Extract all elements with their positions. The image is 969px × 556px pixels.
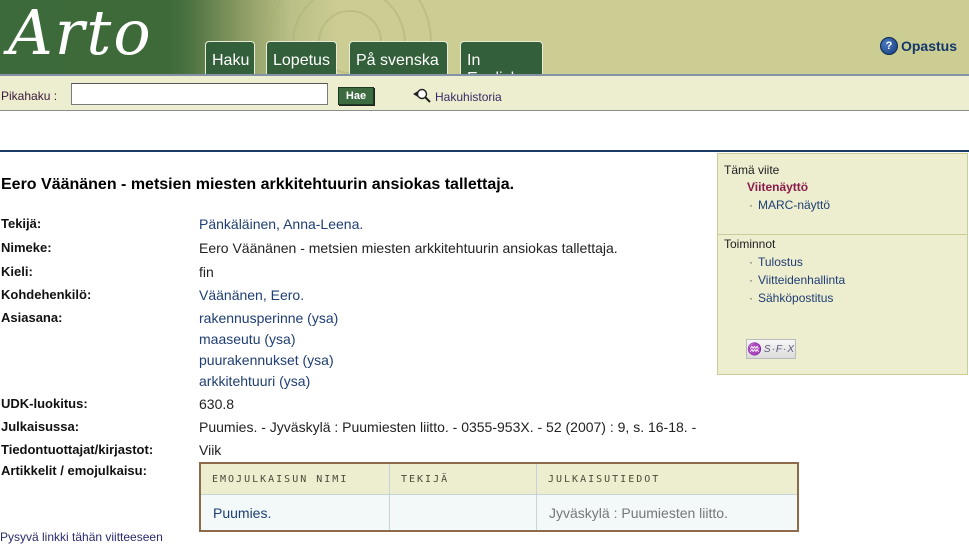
search-history-link[interactable]: Hakuhistoria bbox=[412, 87, 502, 104]
parent-author-cell bbox=[389, 494, 537, 531]
field-value: fin bbox=[199, 264, 214, 280]
panel-heading-actions: Toiminnot bbox=[724, 237, 776, 251]
field-value: Viik bbox=[199, 442, 222, 458]
tab-lopetus[interactable]: Lopetus bbox=[266, 41, 337, 74]
email-link[interactable]: · Sähköpostitus bbox=[749, 291, 833, 305]
subject-person-link[interactable]: Väänänen, Eero. bbox=[199, 287, 304, 303]
arto-logo: Arto bbox=[8, 0, 153, 69]
author-link[interactable]: Pänkäläinen, Anna-Leena. bbox=[199, 216, 363, 232]
permalink[interactable]: Pysyvä linkki tähän viitteeseen bbox=[0, 530, 163, 544]
table-row: Puumies. Jyväskylä : Puumiesten liitto. bbox=[200, 494, 799, 531]
content-divider bbox=[0, 150, 969, 152]
field-label: Tekijä: bbox=[1, 216, 42, 231]
tab-pa-svenska[interactable]: På svenska bbox=[349, 41, 448, 74]
table-header-row: EMOJULKAISUN NIMI TEKIJÄ JULKAISUTIEDOT bbox=[200, 463, 799, 495]
panel-heading-this-record: Tämä viite bbox=[724, 163, 780, 177]
quick-search-label: Pikahaku : bbox=[1, 89, 58, 103]
quick-search-input[interactable] bbox=[71, 83, 328, 105]
reference-manager-link[interactable]: · Viitteidenhallinta bbox=[749, 273, 845, 287]
keyword-link[interactable]: maaseutu (ysa) bbox=[199, 329, 338, 350]
sfx-logo-icon: ♒ bbox=[746, 342, 763, 356]
keyword-link[interactable]: rakennusperinne (ysa) bbox=[199, 308, 338, 329]
help-link[interactable]: ? Opastus bbox=[879, 37, 957, 55]
tab-in-english[interactable]: In English bbox=[460, 41, 543, 74]
field-value: 630.8 bbox=[199, 396, 235, 412]
header-banner: Arto Haku Lopetus På svenska In English … bbox=[0, 0, 969, 74]
field-label: Artikkelit / emojulkaisu: bbox=[1, 463, 147, 478]
help-label: Opastus bbox=[900, 38, 957, 54]
column-header: TEKIJÄ bbox=[389, 463, 537, 495]
search-history-label: Hakuhistoria bbox=[435, 90, 502, 104]
search-button[interactable]: Hae bbox=[338, 87, 374, 105]
email-label: Sähköpostitus bbox=[758, 291, 834, 305]
view-marc-link[interactable]: · MARC-näyttö bbox=[749, 198, 830, 212]
help-circle-icon: ? bbox=[879, 37, 898, 55]
magnifier-icon bbox=[413, 88, 431, 103]
view-full-record-active: Viitenäyttö bbox=[747, 180, 809, 194]
parent-pubinfo-cell: Jyväskylä : Puumiesten liitto. bbox=[536, 494, 799, 531]
field-label: Kohdehenkilö: bbox=[1, 287, 92, 302]
print-label: Tulostus bbox=[758, 255, 803, 269]
keyword-link[interactable]: arkkitehtuuri (ysa) bbox=[199, 371, 338, 392]
tab-haku[interactable]: Haku bbox=[205, 41, 255, 74]
field-value: Puumies. - Jyväskylä : Puumiesten liitto… bbox=[199, 419, 697, 435]
print-link[interactable]: · Tulostus bbox=[749, 255, 803, 269]
field-label: Tiedontuottajat/kirjastot: bbox=[1, 442, 154, 457]
column-header: JULKAISUTIEDOT bbox=[536, 463, 799, 495]
field-label: Kieli: bbox=[1, 264, 33, 279]
quick-search-bar: Pikahaku : Hae Hakuhistoria bbox=[0, 76, 969, 111]
panel-divider bbox=[718, 234, 967, 235]
sfx-label: S·F·X bbox=[763, 343, 796, 355]
parent-publication-table: EMOJULKAISUN NIMI TEKIJÄ JULKAISUTIEDOT … bbox=[199, 462, 799, 532]
field-label: UDK-luokitus: bbox=[1, 396, 88, 411]
keyword-link[interactable]: puurakennukset (ysa) bbox=[199, 350, 338, 371]
reference-manager-label: Viitteidenhallinta bbox=[758, 273, 846, 287]
parent-name-cell[interactable]: Puumies. bbox=[200, 494, 390, 531]
field-label: Asiasana: bbox=[1, 310, 63, 325]
sfx-button[interactable]: ♒ S·F·X bbox=[746, 339, 796, 359]
record-actions-panel: Tämä viite Viitenäyttö · MARC-näyttö Toim… bbox=[717, 153, 968, 375]
field-label: Nimeke: bbox=[1, 240, 52, 255]
view-marc-label: MARC-näyttö bbox=[758, 198, 831, 212]
parent-name-link[interactable]: Puumies. bbox=[213, 505, 271, 521]
column-header: EMOJULKAISUN NIMI bbox=[200, 463, 390, 495]
field-label: Julkaisussa: bbox=[1, 419, 80, 434]
record-title: Eero Väänänen - metsien miesten arkkiteh… bbox=[1, 176, 515, 193]
field-value: Eero Väänänen - metsien miesten arkkiteh… bbox=[199, 240, 618, 256]
